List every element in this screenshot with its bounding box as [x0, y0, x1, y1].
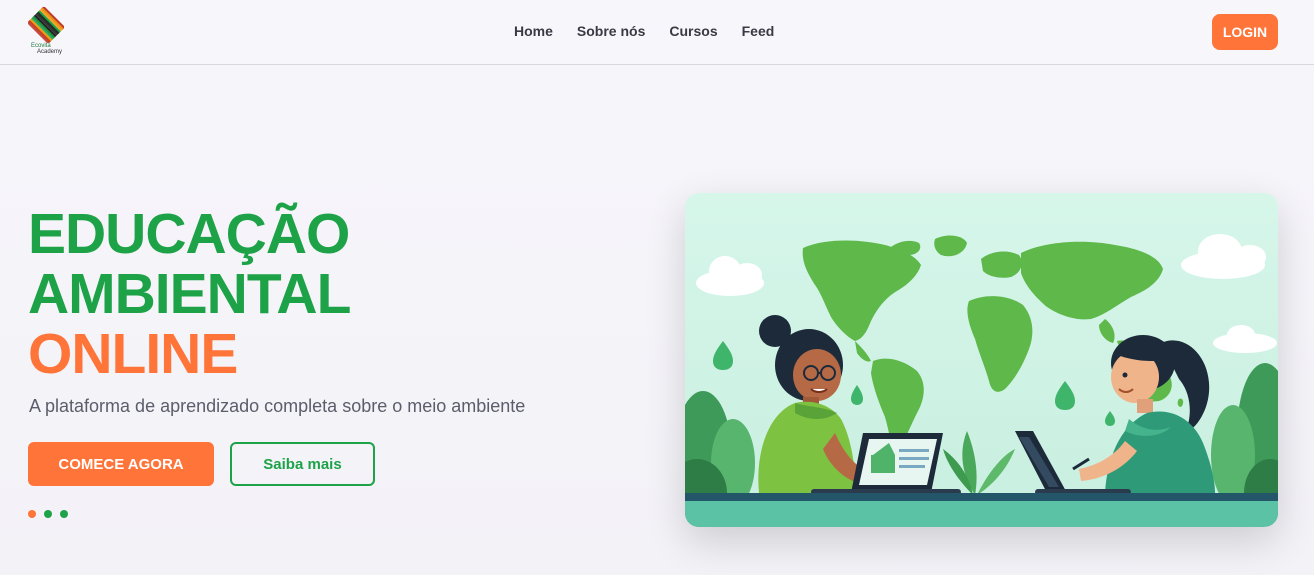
hero-title-line2: AMBIENTAL — [28, 262, 351, 326]
nav-item-home[interactable]: Home — [514, 23, 553, 39]
login-button[interactable]: LOGIN — [1212, 14, 1278, 50]
comece-agora-button[interactable]: COMECE AGORA — [28, 442, 214, 486]
nav-item-cursos[interactable]: Cursos — [669, 23, 717, 39]
brand-logo[interactable]: Ecovita Academy — [28, 7, 64, 57]
carousel-dot-3[interactable] — [60, 510, 68, 518]
desk-surface — [685, 501, 1278, 527]
top-navbar: Ecovita Academy Home Sobre nós Cursos Fe… — [0, 0, 1314, 65]
main-nav: Home Sobre nós Cursos Feed — [514, 23, 774, 39]
brand-subname-text: Academy — [37, 49, 63, 55]
nav-item-feed[interactable]: Feed — [742, 23, 775, 39]
desk-edge — [685, 493, 1278, 501]
nav-item-sobre-nos[interactable]: Sobre nós — [577, 23, 645, 39]
carousel-dots — [28, 510, 68, 518]
hero-title-line1: EDUCAÇÃO — [28, 202, 350, 266]
page: Ecovita Academy Home Sobre nós Cursos Fe… — [0, 0, 1314, 575]
hero-subtitle: A plataforma de aprendizado completa sob… — [29, 396, 526, 416]
carousel-dot-2[interactable] — [44, 510, 52, 518]
hero-title-line3: ONLINE — [28, 322, 238, 386]
brand-name: Ecovita Academy — [31, 43, 71, 55]
ecovita-logo-icon — [28, 7, 64, 43]
saiba-mais-button[interactable]: Saiba mais — [230, 442, 375, 486]
hero-illustration-svg — [685, 193, 1278, 527]
carousel-dot-1[interactable] — [28, 510, 36, 518]
hero-illustration — [685, 193, 1278, 527]
hero-title: EDUCAÇÃO AMBIENTAL ONLINE — [28, 202, 351, 386]
